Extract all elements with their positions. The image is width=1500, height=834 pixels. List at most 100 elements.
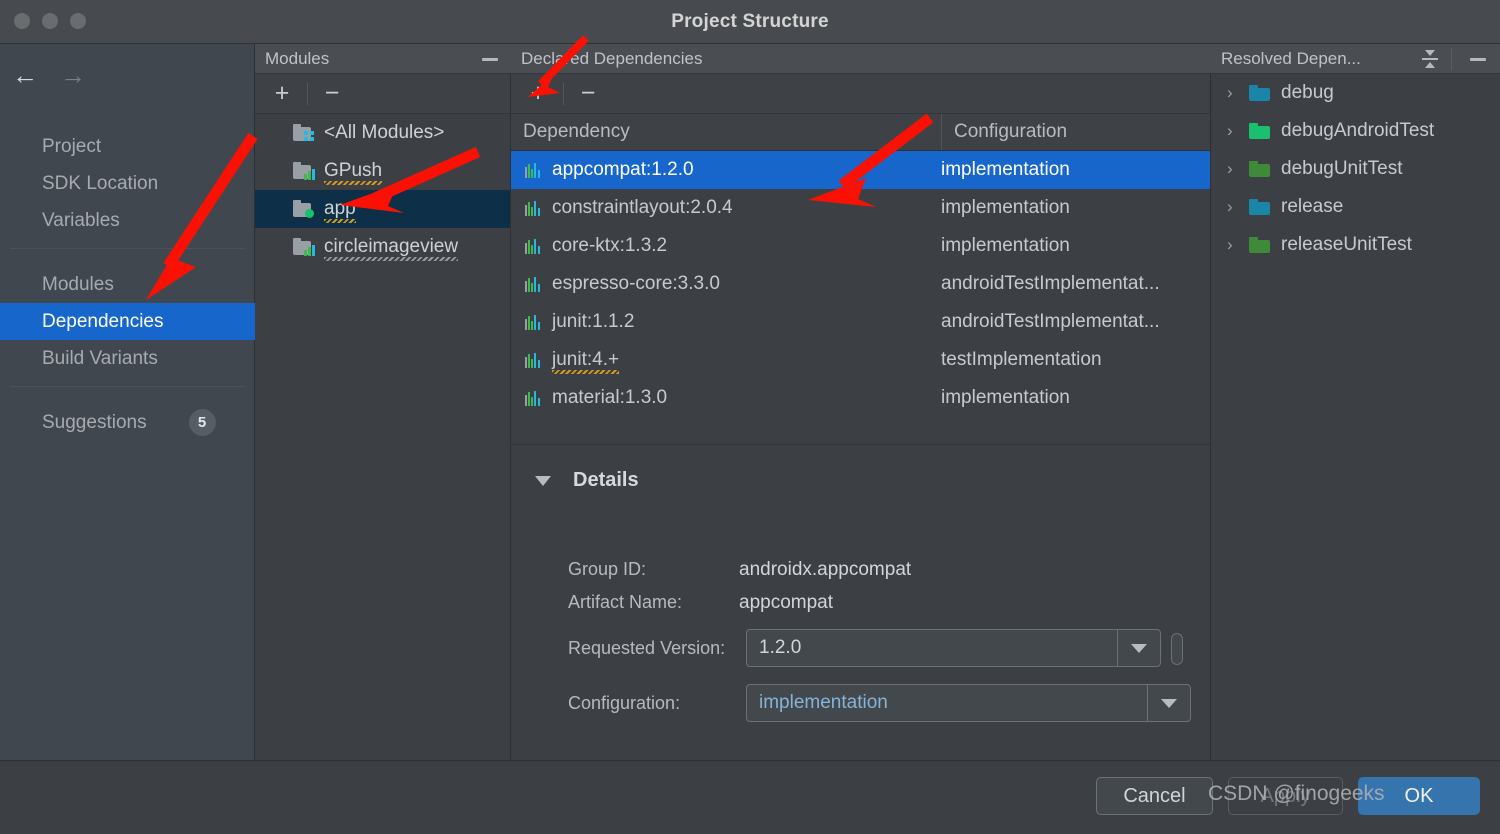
dependency-cell: espresso-core:3.3.0 [525,265,720,303]
forward-arrow-icon[interactable]: → [60,62,86,88]
group-id-label: Group ID: [568,559,647,579]
dependency-cell: junit:1.1.2 [525,303,634,341]
library-icon [525,390,541,406]
library-icon [525,352,541,368]
resolved-dependencies-panel: Resolved Depen... › debug › debugAndroid… [1211,44,1500,760]
sidebar-item-sdk-location[interactable]: SDK Location [0,165,255,202]
folder-icon [1249,161,1271,177]
library-icon [525,200,541,216]
folder-modules-icon [293,124,315,142]
dependency-cell: appcompat:1.2.0 [525,151,694,189]
chevron-right-icon[interactable]: › [1227,235,1245,255]
resolved-label: debugAndroidTest [1281,120,1435,141]
library-icon [525,238,541,254]
column-header-dependency[interactable]: Dependency [511,114,941,150]
artifact-name-label: Artifact Name: [568,592,683,612]
add-dependency-button[interactable]: + [519,74,557,113]
project-structure-window: Project Structure ← → Project SDK Locati… [0,0,1500,834]
collapse-all-icon[interactable] [1413,44,1447,74]
chevron-down-icon[interactable] [1147,685,1190,721]
cancel-button[interactable]: Cancel [1096,777,1213,815]
sidebar-divider-2 [0,386,255,404]
declared-panel-title: Declared Dependencies [521,49,703,68]
sidebar-item-variables[interactable]: Variables [0,202,255,239]
dependency-table-header: Dependency Configuration [511,114,1210,151]
chevron-right-icon[interactable]: › [1227,159,1245,179]
folder-icon [1249,199,1271,215]
dependency-row-material[interactable]: material:1.3.0 implementation [511,379,1210,417]
library-icon [525,276,541,292]
resolved-minimize-icon[interactable] [1461,44,1495,74]
resolved-row-debugandroidtest[interactable]: › debugAndroidTest [1211,112,1500,150]
resolved-row-debug[interactable]: › debug [1211,74,1500,112]
sidebar-item-modules[interactable]: Modules [0,266,255,303]
resolved-row-release[interactable]: › release [1211,188,1500,226]
resolved-row-releaseunittest[interactable]: › releaseUnitTest [1211,226,1500,264]
dependency-row-constraintlayout[interactable]: constraintlayout:2.0.4 implementation [511,189,1210,227]
modules-panel: Modules + − <All Modules> GPush app circ… [255,44,511,760]
details-header[interactable]: Details [535,469,639,492]
resolved-panel-header: Resolved Depen... [1211,44,1500,74]
declared-dependencies-panel: Declared Dependencies + − Dependency Con… [511,44,1211,760]
declared-panel-header: Declared Dependencies [511,44,1211,74]
configuration-value: implementation [759,692,888,713]
module-label: circleimageview [324,236,459,261]
modules-minimize-icon[interactable] [473,44,507,74]
details-divider [511,444,1210,445]
module-row-circleimageview[interactable]: circleimageview [255,228,510,266]
folder-icon [1249,237,1271,253]
dependency-row-appcompat[interactable]: appcompat:1.2.0 implementation [511,151,1210,189]
modules-toolbar: + − [255,74,510,114]
chevron-right-icon[interactable]: › [1227,83,1245,103]
modules-panel-title: Modules [265,49,330,68]
back-arrow-icon[interactable]: ← [12,62,38,88]
resolved-label: release [1281,196,1344,217]
module-label: GPush [324,160,383,185]
artifact-name-value: appcompat [739,592,834,613]
resolved-panel-title: Resolved Depen... [1221,49,1361,68]
resolved-list: › debug › debugAndroidTest › debugUnitTe… [1211,74,1500,264]
chevron-right-icon[interactable]: › [1227,197,1245,217]
add-module-button[interactable]: + [263,74,301,113]
configuration-cell: implementation [941,235,1070,256]
dependency-row-junit-1-1-2[interactable]: junit:1.1.2 androidTestImplementat... [511,303,1210,341]
chevron-right-icon[interactable]: › [1227,121,1245,141]
dependency-row-core-ktx[interactable]: core-ktx:1.3.2 implementation [511,227,1210,265]
declared-toolbar: + − [511,74,1210,114]
configuration-cell: implementation [941,387,1070,408]
configuration-dropdown[interactable]: implementation [746,684,1191,722]
module-row-app[interactable]: app [255,190,510,228]
configuration-cell: androidTestImplementat... [941,311,1160,332]
sidebar-item-dependencies[interactable]: Dependencies [0,303,255,340]
library-icon [525,162,541,178]
chevron-down-icon[interactable] [535,475,551,486]
resolved-label: debugUnitTest [1281,158,1403,179]
chevron-down-icon[interactable] [1117,630,1160,666]
resolved-row-debugunittest[interactable]: › debugUnitTest [1211,150,1500,188]
sidebar-item-project[interactable]: Project [0,128,255,165]
window-title: Project Structure [671,11,829,32]
dependency-cell: junit:4.+ [525,341,620,379]
folder-icon [1249,85,1271,101]
column-header-configuration[interactable]: Configuration [942,114,1211,150]
configuration-label: Configuration: [568,693,681,713]
configuration-cell: androidTestImplementat... [941,273,1160,294]
module-row-gpush[interactable]: GPush [255,152,510,190]
dependency-row-junit-4[interactable]: junit:4.+ testImplementation [511,341,1210,379]
folder-module-icon [293,238,315,256]
dependency-row-espresso-core[interactable]: espresso-core:3.3.0 androidTestImplement… [511,265,1210,303]
dependency-label: junit:4.+ [552,349,620,374]
modules-panel-header: Modules [255,44,511,74]
settings-sidebar: ← → Project SDK Location Variables Modul… [0,44,255,760]
resolved-label: releaseUnitTest [1281,234,1412,255]
folder-app-icon [293,200,315,218]
requested-version-dropdown[interactable]: 1.2.0 [746,629,1161,667]
sidebar-item-suggestions[interactable]: Suggestions 5 [0,404,255,441]
sidebar-item-build-variants[interactable]: Build Variants [0,340,255,377]
resolved-label: debug [1281,82,1334,103]
remove-module-button[interactable]: − [313,74,351,113]
remove-dependency-button[interactable]: − [569,74,607,113]
version-variable-button[interactable] [1171,633,1183,665]
library-icon [525,314,541,330]
module-row-all-modules[interactable]: <All Modules> [255,114,510,152]
